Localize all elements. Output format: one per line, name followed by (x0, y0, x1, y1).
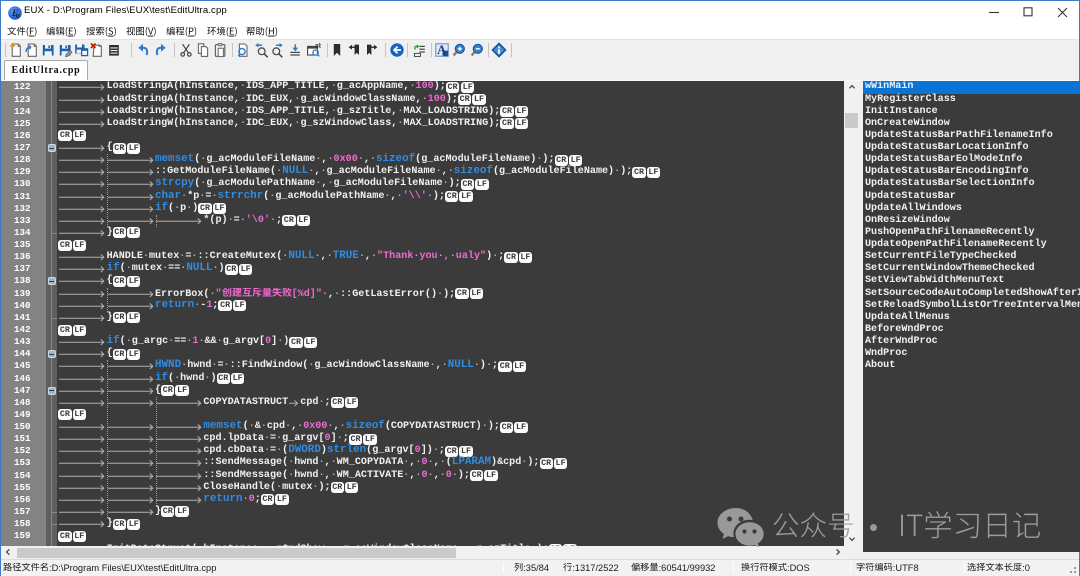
svg-text:u: u (15, 10, 19, 19)
svg-text:A: A (437, 43, 446, 57)
svg-text:ab: ab (315, 43, 321, 49)
